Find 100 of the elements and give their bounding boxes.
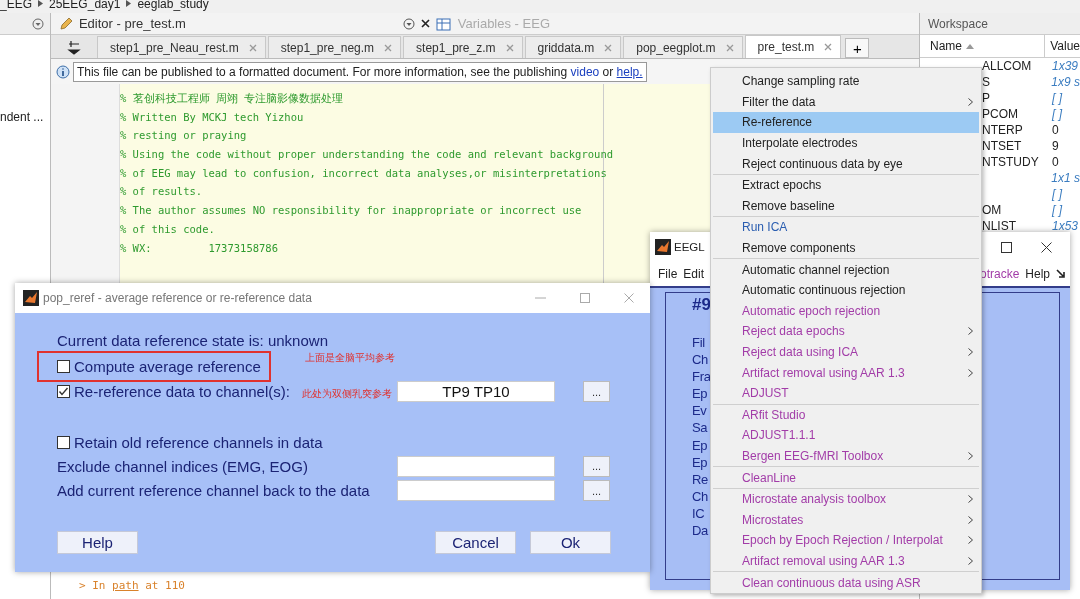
variable-value: [ ]: [1052, 91, 1062, 105]
variable-name[interactable]: PCOM: [982, 107, 1018, 121]
maximize-icon[interactable]: [1001, 241, 1012, 253]
code-comment: % WX: 17373158786: [119, 240, 278, 256]
menu-item[interactable]: Artifact removal using AAR 1.3: [713, 550, 979, 572]
close-icon[interactable]: [420, 19, 430, 28]
window-title: pop_reref - average reference or re-reference data: [43, 291, 312, 305]
new-tab-button[interactable]: +: [845, 38, 870, 58]
cancel-button[interactable]: Cancel: [435, 531, 516, 554]
dataset-label: Re: [692, 470, 709, 488]
input-field[interactable]: TP9 TP10: [397, 381, 555, 402]
code-comment: % Written By MCKJ tech Yizhou: [119, 109, 304, 125]
browse-button[interactable]: ...: [583, 381, 610, 402]
variable-name[interactable]: P: [982, 91, 990, 105]
dropdown-icon[interactable]: [31, 17, 44, 30]
menu-item[interactable]: Run ICA: [713, 217, 979, 238]
checkbox[interactable]: Retain old reference channels in data: [57, 430, 323, 454]
tab-list-icon[interactable]: [66, 39, 81, 55]
variable-name[interactable]: OM: [982, 203, 1002, 217]
menu-item[interactable]: Reject continuous data by eye: [713, 153, 979, 174]
menu-item[interactable]: Filter the data: [713, 91, 979, 113]
help-link[interactable]: help.: [616, 64, 643, 79]
dataset-label: Ev: [692, 402, 707, 420]
variable-name[interactable]: NTERP: [982, 123, 1023, 137]
menu-item[interactable]: Automatic continuous rejection: [713, 279, 979, 301]
annotation-note: 此处为双侧乳突参考: [302, 387, 392, 401]
variable-value: 0: [1052, 123, 1059, 137]
menu-item[interactable]: Remove components: [713, 237, 979, 259]
variable-value: 1x1 s: [1051, 171, 1080, 185]
menu-item[interactable]: Automatic epoch rejection: [713, 300, 979, 322]
checkbox[interactable]: Re-reference data to channel(s):: [57, 380, 290, 403]
menu-item[interactable]: Interpolate electrodes: [713, 132, 979, 154]
menu-item[interactable]: otracke: [979, 267, 1020, 281]
close-icon[interactable]: [1041, 241, 1052, 253]
annotation-note: 上面是全脑平均参考: [305, 351, 395, 365]
variable-value: 1x9 s: [1051, 75, 1080, 89]
menu-item[interactable]: Edit: [683, 267, 705, 281]
menu-item[interactable]: ADJUST: [713, 382, 979, 404]
variable-name[interactable]: S: [982, 75, 990, 89]
menu-item[interactable]: Extract epochs: [713, 174, 979, 196]
editor-tab[interactable]: pre_test.m: [744, 35, 842, 58]
menu-item[interactable]: Microstate analysis toolbox: [713, 488, 979, 510]
menu-item[interactable]: Automatic channel rejection: [713, 259, 979, 280]
variable-name[interactable]: NTSTUDY: [982, 155, 1039, 169]
file-name[interactable]: ndent ...: [0, 110, 44, 124]
highlighted-checkbox[interactable]: Compute average reference: [39, 352, 269, 380]
menu-item[interactable]: ADJUST1.1.1: [713, 425, 979, 446]
input-field[interactable]: [397, 455, 555, 477]
menu-item[interactable]: Reject data epochs: [713, 321, 979, 342]
dataset-label: Ep: [692, 436, 708, 454]
menu-item[interactable]: CleanLine: [713, 467, 979, 488]
menu-item[interactable]: Artifact removal using AAR 1.3: [713, 362, 979, 383]
browse-button[interactable]: ...: [583, 455, 610, 477]
dataset-label: Ch: [692, 351, 709, 369]
dropdown-icon[interactable]: [402, 17, 415, 30]
dataset-label: Da: [692, 522, 709, 540]
ok-button[interactable]: Ok: [530, 531, 611, 554]
publish-message: This file can be published to a formatted document. For more information, see the publishing video or help.: [72, 61, 647, 82]
table-icon: [435, 16, 452, 31]
editor-tab[interactable]: step1_pre_neg.m: [267, 36, 402, 58]
menu-item[interactable]: Bergen EEG-fMRI Toolbox: [713, 445, 979, 467]
code-comment: % Using the code without proper understanding the code and relevant background: [119, 147, 614, 163]
menu-item[interactable]: Help: [1025, 267, 1050, 281]
code-comment: % The author assumes NO responsibility for inappropriate or incorrect use: [119, 203, 582, 219]
menu-item[interactable]: Microstates: [713, 509, 979, 531]
code-comment: % 茗创科技工程师 周翊 专注脑影像数据处理: [119, 91, 344, 106]
column-header[interactable]: Value: [1045, 39, 1080, 53]
browse-button[interactable]: ...: [583, 480, 610, 501]
variable-value: 0: [1052, 155, 1059, 169]
variable-value: [ ]: [1052, 187, 1062, 201]
menu-item[interactable]: Reject data using ICA: [713, 341, 979, 363]
input-field[interactable]: [397, 480, 555, 501]
sort-icon: [966, 43, 974, 49]
code-comment: % resting or praying: [119, 128, 247, 144]
variable-name[interactable]: NTSET: [982, 139, 1022, 153]
help-button[interactable]: Help: [57, 531, 138, 554]
video-link[interactable]: video: [570, 64, 600, 79]
pencil-icon: [58, 16, 73, 31]
menu-item[interactable]: Change sampling rate: [713, 71, 979, 92]
editor-tab[interactable]: pop_eegplot.m: [623, 36, 743, 58]
dataset-label: Ep: [692, 385, 708, 403]
arrow-icon[interactable]: [1056, 269, 1066, 279]
variable-name[interactable]: ALLCOM: [982, 59, 1032, 73]
column-header[interactable]: Name: [920, 35, 1046, 57]
checkbox-icon: [57, 385, 70, 398]
breadcrumb-arrow-icon: [126, 0, 132, 7]
menu-item[interactable]: ARfit Studio: [713, 404, 979, 426]
menu-item[interactable]: Epoch by Epoch Rejection / Interpolat: [713, 530, 979, 551]
menu-item[interactable]: Remove baseline: [713, 195, 979, 217]
variable-name[interactable]: NLIST: [982, 219, 1016, 233]
menu-item[interactable]: Clean continuous data using ASR: [713, 572, 979, 593]
editor-tab[interactable]: griddata.m: [524, 36, 622, 58]
checkbox-icon: [57, 435, 70, 449]
editor-tab[interactable]: step1_pre_z.m: [403, 36, 523, 58]
field-label: Add current reference channel back to the data: [57, 482, 370, 499]
dataset-label: Sa: [692, 419, 708, 437]
editor-tab[interactable]: step1_pre_Neau_rest.m: [96, 36, 266, 58]
matlab-icon: [655, 239, 671, 255]
menu-item[interactable]: Re-reference: [713, 112, 979, 133]
menu-item[interactable]: File: [658, 267, 678, 281]
